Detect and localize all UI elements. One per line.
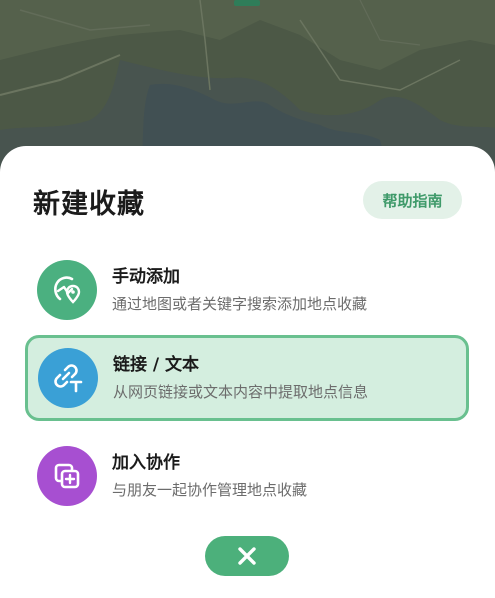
link-text-icon [38, 348, 98, 408]
option-title: 链接 / 文本 [113, 355, 200, 375]
sheet-title: 新建收藏 [33, 189, 145, 220]
option-subtitle: 通过地图或者关键字搜索添加地点收藏 [112, 295, 368, 313]
option-manual-add[interactable]: 手动添加 通过地图或者关键字搜索添加地点收藏 [25, 248, 469, 334]
close-button[interactable] [205, 536, 289, 576]
option-collaborate[interactable]: 加入协作 与朋友一起协作管理地点收藏 [25, 434, 469, 520]
close-icon [238, 547, 256, 565]
option-subtitle: 与朋友一起协作管理地点收藏 [112, 481, 308, 499]
map-pin-icon [37, 260, 97, 320]
help-guide-button[interactable]: 帮助指南 [363, 181, 462, 219]
option-link-text[interactable]: 链接 / 文本 从网页链接或文本内容中提取地点信息 [25, 335, 469, 421]
collaborate-icon [37, 446, 97, 506]
option-title: 加入协作 [112, 453, 180, 473]
option-subtitle: 从网页链接或文本内容中提取地点信息 [113, 383, 369, 401]
option-title: 手动添加 [112, 267, 180, 287]
